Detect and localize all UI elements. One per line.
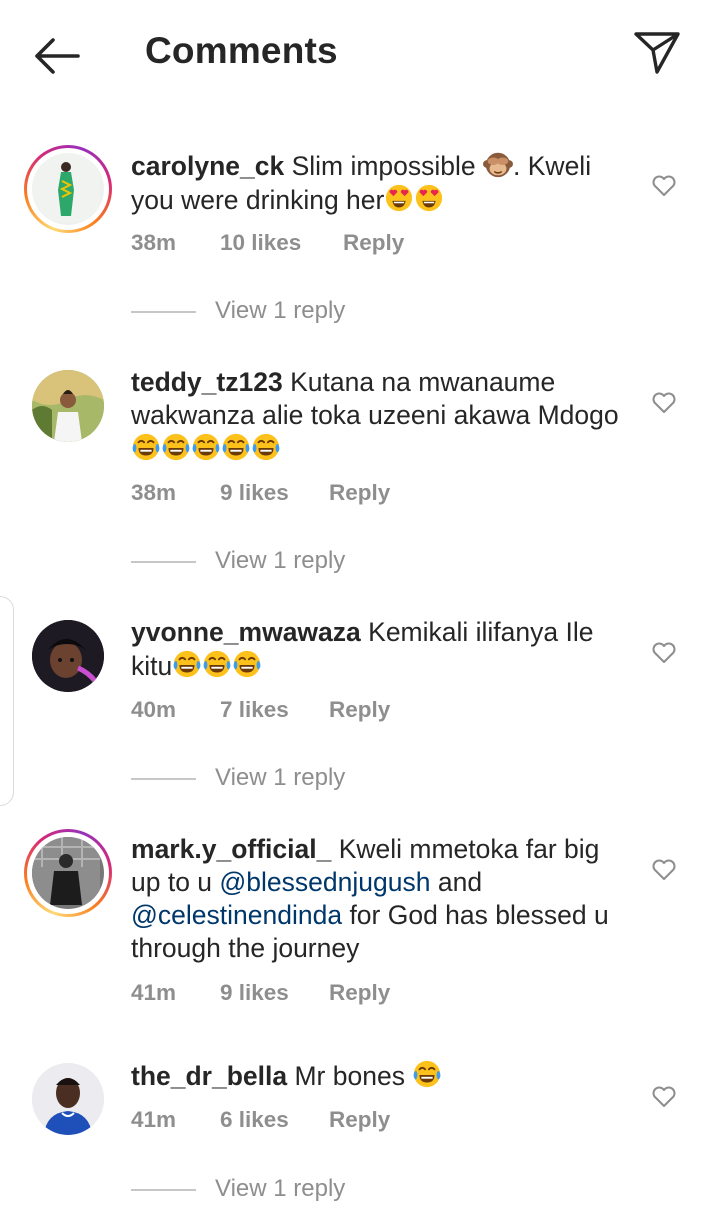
reply-button[interactable]: Reply [329, 980, 390, 1006]
edge-panel-handle[interactable] [0, 596, 14, 806]
tears-of-joy-icon [131, 432, 161, 462]
comment-body: Mr bones [287, 1061, 413, 1091]
divider [131, 561, 196, 563]
see-no-evil-monkey-icon [483, 149, 513, 179]
back-button[interactable] [30, 34, 82, 78]
reply-button[interactable]: Reply [329, 697, 390, 723]
comment-username[interactable]: mark.y_official_ [131, 834, 331, 864]
tears-of-joy-icon [221, 432, 251, 462]
heart-outline-icon[interactable] [651, 857, 677, 881]
comment-text: teddy_tz123 Kutana na mwanaume wakwanza … [131, 366, 621, 466]
heart-outline-icon[interactable] [651, 173, 677, 197]
divider [131, 778, 196, 780]
comment-username[interactable]: the_dr_bella [131, 1061, 287, 1091]
arrow-left-icon [35, 38, 80, 74]
mention-link[interactable]: @celestinendinda [131, 900, 342, 930]
view-replies-label: View 1 reply [215, 297, 346, 324]
view-replies-label: View 1 reply [215, 547, 346, 574]
tears-of-joy-icon [202, 649, 232, 679]
heart-eyes-icon [414, 183, 444, 213]
comment-body: and [430, 867, 483, 897]
heart-eyes-icon [384, 183, 414, 213]
paper-plane-icon [634, 32, 680, 74]
view-replies-button[interactable]: View 1 reply [131, 764, 451, 794]
comment-likes[interactable]: 10 likes [220, 230, 301, 256]
comment-username[interactable]: teddy_tz123 [131, 367, 283, 397]
tears-of-joy-icon [161, 432, 191, 462]
tears-of-joy-icon [232, 649, 262, 679]
avatar[interactable] [24, 145, 112, 233]
heart-outline-icon[interactable] [651, 390, 677, 414]
divider [131, 1189, 196, 1191]
top-bar: Comments [0, 0, 720, 110]
view-replies-button[interactable]: View 1 reply [131, 1175, 451, 1205]
comment-time: 38m [131, 230, 177, 255]
view-replies-label: View 1 reply [215, 764, 346, 791]
reply-button[interactable]: Reply [343, 230, 404, 256]
comment-likes[interactable]: 9 likes [220, 480, 289, 506]
divider [131, 311, 196, 313]
avatar[interactable] [32, 620, 104, 692]
view-replies-button[interactable]: View 1 reply [131, 297, 451, 327]
share-button[interactable] [632, 28, 682, 78]
comment-text: yvonne_mwawaza Kemikali ilifanya Ile kit… [131, 616, 621, 683]
comment-time: 38m [131, 480, 177, 505]
avatar[interactable] [32, 1063, 104, 1135]
reply-button[interactable]: Reply [329, 1107, 390, 1133]
comment-body: Slim impossible [284, 151, 484, 181]
tears-of-joy-icon [191, 432, 221, 462]
tears-of-joy-icon [172, 649, 202, 679]
comment-likes[interactable]: 6 likes [220, 1107, 289, 1133]
comment-username[interactable]: yvonne_mwawaza [131, 617, 361, 647]
comment-time: 41m [131, 980, 177, 1005]
page-title: Comments [145, 30, 338, 71]
heart-outline-icon[interactable] [651, 640, 677, 664]
comment-text: mark.y_official_ Kweli mmetoka far big u… [131, 833, 621, 965]
reply-button[interactable]: Reply [329, 480, 390, 506]
tears-of-joy-icon [412, 1059, 442, 1089]
tears-of-joy-icon [251, 432, 281, 462]
avatar[interactable] [24, 829, 112, 917]
heart-outline-icon[interactable] [651, 1084, 677, 1108]
comment-time: 40m [131, 697, 177, 722]
comment-likes[interactable]: 9 likes [220, 980, 289, 1006]
comment-likes[interactable]: 7 likes [220, 697, 289, 723]
avatar[interactable] [32, 370, 104, 442]
mention-link[interactable]: @blessednjugush [219, 867, 430, 897]
comment-text: carolyne_ck Slim impossible . Kweli you … [131, 149, 621, 217]
view-replies-button[interactable]: View 1 reply [131, 547, 451, 577]
view-replies-label: View 1 reply [215, 1175, 346, 1202]
comment-username[interactable]: carolyne_ck [131, 151, 284, 181]
comment-time: 41m [131, 1107, 177, 1132]
comment-text: the_dr_bella Mr bones [131, 1059, 621, 1093]
